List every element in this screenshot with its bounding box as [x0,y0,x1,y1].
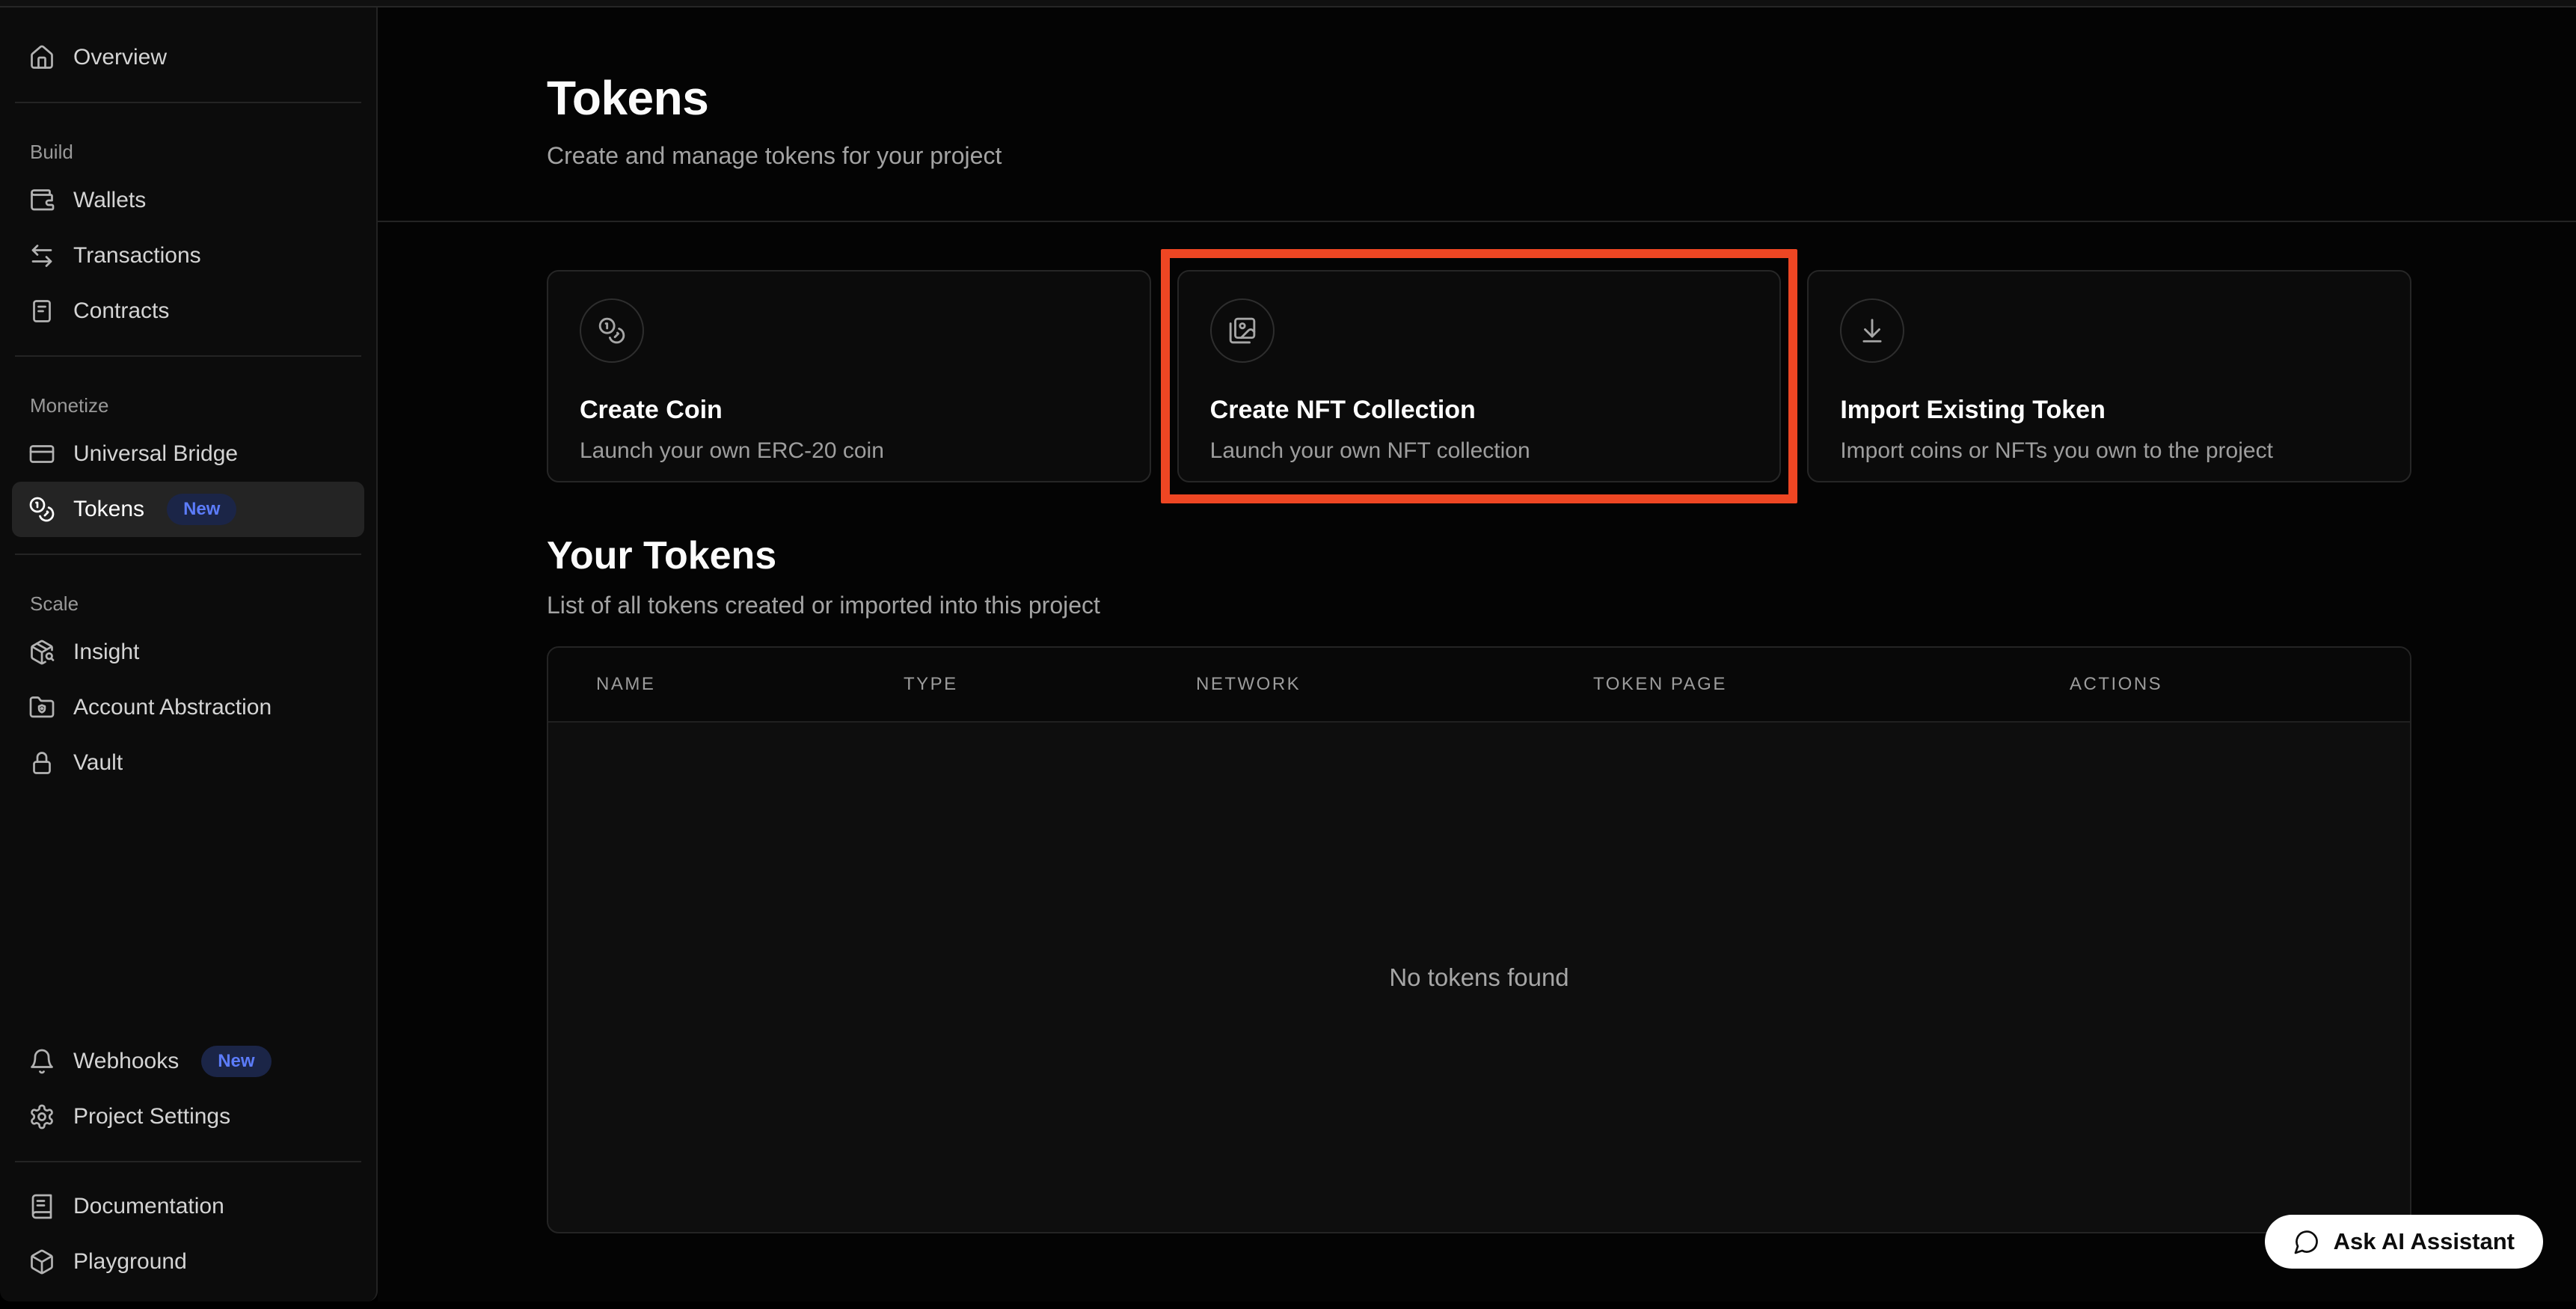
sidebar-group-label-monetize: Monetize [0,394,376,417]
download-icon [1840,298,1904,363]
empty-state-text: No tokens found [1389,963,1568,992]
tokens-table-header: NAME TYPE NETWORK TOKEN PAGE ACTIONS [548,648,2410,723]
sidebar-item-tokens[interactable]: Tokens New [12,482,364,537]
sidebar-item-documentation[interactable]: Documentation [12,1179,364,1234]
create-coin-card[interactable]: Create Coin Launch your own ERC-20 coin [547,270,1151,482]
action-highlight-ring [1161,249,1798,503]
token-action-cards: Create Coin Launch your own ERC-20 coin … [547,270,2411,482]
column-header-actions: ACTIONS [2070,674,2410,695]
arrows-left-right-icon [28,242,55,269]
sidebar: Overview Build Wallets Transactions Cont… [0,7,378,1302]
message-circle-icon [2293,1228,2320,1255]
page-title: Tokens [547,70,2411,126]
sidebar-item-universal-bridge[interactable]: Universal Bridge [12,426,364,482]
sidebar-item-label: Wallets [73,188,146,213]
your-tokens-subtitle: List of all tokens created or imported i… [547,592,2411,619]
card-description: Import coins or NFTs you own to the proj… [1840,438,2379,464]
new-badge: New [167,494,236,525]
sidebar-item-overview[interactable]: Overview [12,30,364,85]
main-content: Tokens Create and manage tokens for your… [378,7,2576,1302]
credit-card-icon [28,441,55,468]
card-description: Launch your own NFT collection [1210,438,1749,464]
card-description: Launch your own ERC-20 coin [580,438,1118,464]
coins-icon [580,298,644,363]
cube-icon [28,1248,55,1275]
ask-ai-assistant-button[interactable]: Ask AI Assistant [2265,1215,2543,1269]
tokens-table: NAME TYPE NETWORK TOKEN PAGE ACTIONS No … [547,646,2411,1233]
bell-icon [28,1048,55,1075]
sidebar-item-label: Overview [73,45,167,70]
column-header-type: TYPE [904,674,1196,695]
tokens-table-body: No tokens found [548,723,2410,1232]
sidebar-divider [15,554,361,555]
import-existing-token-card[interactable]: Import Existing Token Import coins or NF… [1807,270,2411,482]
card-title: Import Existing Token [1840,396,2379,425]
card-title: Create NFT Collection [1210,396,1749,425]
your-tokens-section: Your Tokens List of all tokens created o… [547,533,2411,1233]
sidebar-item-project-settings[interactable]: Project Settings [12,1089,364,1144]
ask-ai-assistant-label: Ask AI Assistant [2334,1228,2515,1255]
sidebar-item-label: Contracts [73,298,169,324]
coins-icon [28,496,55,523]
sidebar-item-webhooks[interactable]: Webhooks New [12,1034,364,1089]
book-icon [28,1193,55,1220]
topbar [0,0,2576,7]
sidebar-item-label: Playground [73,1249,187,1275]
wallet-icon [28,187,55,214]
lock-icon [28,749,55,776]
sidebar-item-label: Tokens [73,497,144,522]
sidebar-item-label: Insight [73,640,139,665]
page-header: Tokens Create and manage tokens for your… [378,7,2576,170]
sidebar-item-label: Account Abstraction [73,695,272,720]
sidebar-item-label: Webhooks [73,1049,179,1074]
content: Create Coin Launch your own ERC-20 coin … [378,222,2576,1233]
sidebar-item-wallets[interactable]: Wallets [12,173,364,228]
sidebar-group-label-build: Build [0,141,376,164]
sidebar-group-label-scale: Scale [0,592,376,616]
gear-icon [28,1103,55,1130]
sidebar-item-label: Vault [73,750,123,776]
new-badge: New [201,1046,271,1077]
card-title: Create Coin [580,396,1118,425]
package-search-icon [28,639,55,666]
contract-file-icon [28,298,55,325]
sidebar-item-label: Transactions [73,243,201,269]
create-nft-collection-card[interactable]: Create NFT Collection Launch your own NF… [1177,270,1782,482]
sidebar-divider [15,1161,361,1162]
sidebar-item-label: Documentation [73,1194,224,1219]
page-subtitle: Create and manage tokens for your projec… [547,142,2411,170]
column-header-network: NETWORK [1196,674,1593,695]
sidebar-item-vault[interactable]: Vault [12,735,364,791]
home-icon [28,44,55,71]
sidebar-item-playground[interactable]: Playground [12,1234,364,1290]
sidebar-item-label: Project Settings [73,1104,230,1129]
your-tokens-title: Your Tokens [547,533,2411,578]
app-row: Overview Build Wallets Transactions Cont… [0,7,2576,1302]
column-header-token-page: TOKEN PAGE [1593,674,2070,695]
sidebar-divider [15,102,361,103]
sidebar-item-account-abstraction[interactable]: Account Abstraction [12,680,364,735]
sidebar-spacer [0,791,376,1034]
sidebar-item-insight[interactable]: Insight [12,625,364,680]
column-header-name: NAME [548,674,904,695]
sidebar-item-contracts[interactable]: Contracts [12,283,364,339]
images-icon [1210,298,1275,363]
sidebar-item-transactions[interactable]: Transactions [12,228,364,283]
folder-shield-icon [28,694,55,721]
sidebar-divider [15,355,361,357]
sidebar-item-label: Universal Bridge [73,441,238,467]
